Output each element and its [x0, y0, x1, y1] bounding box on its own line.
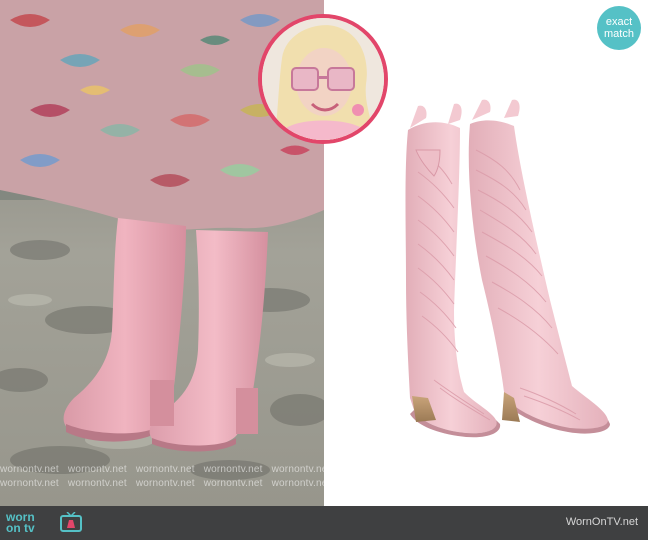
watermark-row: wornontv.net wornontv.net wornontv.net w… — [0, 464, 324, 475]
watermark-text: wornontv.net — [0, 464, 59, 475]
tv-dress-icon — [60, 512, 82, 532]
watermark-text: wornontv.net — [203, 478, 263, 489]
watermark-text: wornontv.net — [135, 478, 195, 489]
watermark-text: wornontv.net — [203, 464, 263, 475]
footer-site-label[interactable]: WornOnTV.net — [566, 516, 638, 528]
badge-line-1: exact — [605, 16, 633, 28]
wornontv-logo[interactable]: worn on tv — [6, 509, 86, 537]
character-inset-portrait — [258, 14, 388, 144]
watermark-text: wornontv.net — [135, 464, 195, 475]
watermark-text: wornontv.net — [0, 478, 59, 489]
image-frame: wornontv.net wornontv.net wornontv.net w… — [0, 0, 648, 540]
character-portrait-illustration — [262, 18, 384, 140]
logo-line-2: on tv — [6, 521, 35, 535]
watermark-text: wornontv.net — [67, 478, 127, 489]
exact-match-badge: exact match — [597, 6, 641, 50]
badge-line-2: match — [604, 28, 634, 40]
watermark-text: wornontv.net — [271, 464, 324, 475]
watermark-row: wornontv.net wornontv.net wornontv.net w… — [0, 478, 324, 489]
footer-bar: worn on tv WornOnTV.net — [0, 506, 648, 540]
logo-text: worn on tv — [6, 511, 35, 535]
watermark-text: wornontv.net — [67, 464, 127, 475]
watermark-text: wornontv.net — [271, 478, 324, 489]
